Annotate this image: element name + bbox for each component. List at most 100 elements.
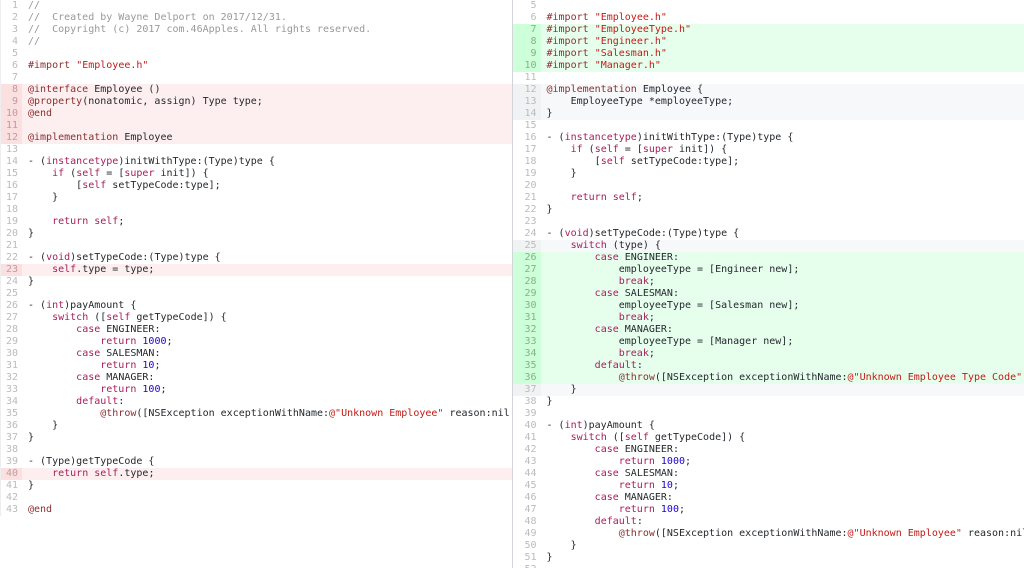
diff-row[interactable]: 20 — [513, 180, 1024, 192]
code-content[interactable] — [22, 240, 512, 252]
diff-row[interactable]: 43 return 1000; — [513, 456, 1024, 468]
diff-row[interactable]: 11 — [0, 120, 512, 132]
code-content[interactable]: } — [541, 204, 1024, 216]
code-content[interactable]: @implementation Employee — [22, 132, 512, 144]
diff-row[interactable]: 7 — [0, 72, 512, 84]
diff-row[interactable]: 40- (int)payAmount { — [513, 420, 1024, 432]
code-content[interactable]: default: — [541, 360, 1024, 372]
code-content[interactable]: return 10; — [22, 360, 512, 372]
diff-row[interactable]: 14} — [513, 108, 1024, 120]
code-content[interactable]: break; — [541, 348, 1024, 360]
code-content[interactable]: switch ([self getTypeCode]) { — [22, 312, 512, 324]
diff-row[interactable]: 10#import "Manager.h" — [513, 60, 1024, 72]
code-content[interactable]: @throw([NSException exceptionWithName:@"… — [541, 372, 1024, 384]
code-content[interactable]: @throw([NSException exceptionWithName:@"… — [541, 528, 1024, 540]
code-content[interactable]: - (Type)getTypeCode { — [22, 456, 512, 468]
diff-row[interactable]: 19 } — [513, 168, 1024, 180]
code-content[interactable]: } — [22, 228, 512, 240]
code-content[interactable]: case MANAGER: — [22, 372, 512, 384]
code-content[interactable]: // Copyright (c) 2017 com.46Apples. All … — [22, 24, 512, 36]
diff-row[interactable]: 39- (Type)getTypeCode { — [0, 456, 512, 468]
code-content[interactable]: [self setTypeCode:type]; — [541, 156, 1024, 168]
diff-row[interactable]: 26- (int)payAmount { — [0, 300, 512, 312]
code-content[interactable]: // — [22, 36, 512, 48]
code-content[interactable] — [22, 204, 512, 216]
code-content[interactable]: - (void)setTypeCode:(Type)type { — [541, 228, 1024, 240]
diff-row[interactable]: 49 @throw([NSException exceptionWithName… — [513, 528, 1024, 540]
code-content[interactable]: [self setTypeCode:type]; — [22, 180, 512, 192]
code-content[interactable]: @throw([NSException exceptionWithName:@"… — [22, 408, 512, 420]
diff-row[interactable]: 18 [self setTypeCode:type]; — [513, 156, 1024, 168]
code-content[interactable]: @interface Employee () — [22, 84, 512, 96]
diff-row[interactable]: 31 return 10; — [0, 360, 512, 372]
diff-row[interactable]: 8@interface Employee () — [0, 84, 512, 96]
diff-row[interactable]: 36 @throw([NSException exceptionWithName… — [513, 372, 1024, 384]
diff-row[interactable]: 9#import "Salesman.h" — [513, 48, 1024, 60]
diff-row[interactable]: 30 case SALESMAN: — [0, 348, 512, 360]
diff-left-pane[interactable]: 1//2// Created by Wayne Delport on 2017/… — [0, 0, 513, 568]
diff-row[interactable]: 15 — [513, 120, 1024, 132]
diff-row[interactable]: 2// Created by Wayne Delport on 2017/12/… — [0, 12, 512, 24]
code-content[interactable] — [541, 564, 1024, 568]
code-content[interactable]: employeeType = [Salesman new]; — [541, 300, 1024, 312]
diff-row[interactable]: 16 [self setTypeCode:type]; — [0, 180, 512, 192]
diff-row[interactable]: 38} — [513, 396, 1024, 408]
code-content[interactable]: return 10; — [541, 480, 1024, 492]
code-content[interactable]: } — [541, 168, 1024, 180]
diff-row[interactable]: 8#import "Engineer.h" — [513, 36, 1024, 48]
diff-row[interactable]: 39 — [513, 408, 1024, 420]
code-content[interactable] — [22, 72, 512, 84]
diff-row[interactable]: 37} — [0, 432, 512, 444]
code-content[interactable] — [22, 444, 512, 456]
code-content[interactable]: #import "Employee.h" — [22, 60, 512, 72]
diff-row[interactable]: 34 default: — [0, 396, 512, 408]
diff-row[interactable]: 24} — [0, 276, 512, 288]
diff-row[interactable]: 37 } — [513, 384, 1024, 396]
code-content[interactable] — [22, 288, 512, 300]
diff-row[interactable]: 13 EmployeeType *employeeType; — [513, 96, 1024, 108]
diff-row[interactable]: 13 — [0, 144, 512, 156]
code-content[interactable]: @end — [22, 108, 512, 120]
diff-row[interactable]: 52 — [513, 564, 1024, 568]
code-content[interactable]: switch ([self getTypeCode]) { — [541, 432, 1024, 444]
code-content[interactable]: case MANAGER: — [541, 324, 1024, 336]
diff-row[interactable]: 12@implementation Employee — [0, 132, 512, 144]
diff-row[interactable]: 23 self.type = type; — [0, 264, 512, 276]
diff-row[interactable]: 15 if (self = [super init]) { — [0, 168, 512, 180]
code-content[interactable]: @implementation Employee { — [541, 84, 1024, 96]
diff-row[interactable]: 32 case MANAGER: — [513, 324, 1024, 336]
diff-row[interactable]: 41} — [0, 480, 512, 492]
diff-row[interactable]: 23 — [513, 216, 1024, 228]
diff-row[interactable]: 26 case ENGINEER: — [513, 252, 1024, 264]
code-content[interactable]: return 100; — [541, 504, 1024, 516]
code-content[interactable] — [22, 120, 512, 132]
diff-row[interactable]: 44 case SALESMAN: — [513, 468, 1024, 480]
code-content[interactable]: // — [22, 0, 512, 12]
diff-row[interactable]: 41 switch ([self getTypeCode]) { — [513, 432, 1024, 444]
code-content[interactable]: } — [541, 396, 1024, 408]
diff-row[interactable]: 33 employeeType = [Manager new]; — [513, 336, 1024, 348]
code-content[interactable]: case ENGINEER: — [541, 444, 1024, 456]
code-content[interactable]: - (int)payAmount { — [541, 420, 1024, 432]
diff-row[interactable]: 12@implementation Employee { — [513, 84, 1024, 96]
code-content[interactable]: break; — [541, 276, 1024, 288]
diff-row[interactable]: 51} — [513, 552, 1024, 564]
diff-row[interactable]: 17 } — [0, 192, 512, 204]
diff-row[interactable]: 21 return self; — [513, 192, 1024, 204]
code-content[interactable]: return self; — [541, 192, 1024, 204]
diff-right-pane[interactable]: 56#import "Employee.h"7#import "Employee… — [513, 0, 1024, 568]
code-content[interactable]: } — [541, 552, 1024, 564]
diff-row[interactable]: 34 break; — [513, 348, 1024, 360]
diff-row[interactable]: 31 break; — [513, 312, 1024, 324]
code-content[interactable]: default: — [541, 516, 1024, 528]
diff-row[interactable]: 47 return 100; — [513, 504, 1024, 516]
code-content[interactable] — [22, 492, 512, 504]
code-content[interactable]: return self; — [22, 216, 512, 228]
code-content[interactable]: switch (type) { — [541, 240, 1024, 252]
code-content[interactable]: #import "EmployeeType.h" — [541, 24, 1024, 36]
code-content[interactable]: return 1000; — [541, 456, 1024, 468]
code-content[interactable]: } — [541, 540, 1024, 552]
code-content[interactable]: employeeType = [Manager new]; — [541, 336, 1024, 348]
diff-row[interactable]: 42 — [0, 492, 512, 504]
diff-row[interactable]: 16- (instancetype)initWithType:(Type)typ… — [513, 132, 1024, 144]
